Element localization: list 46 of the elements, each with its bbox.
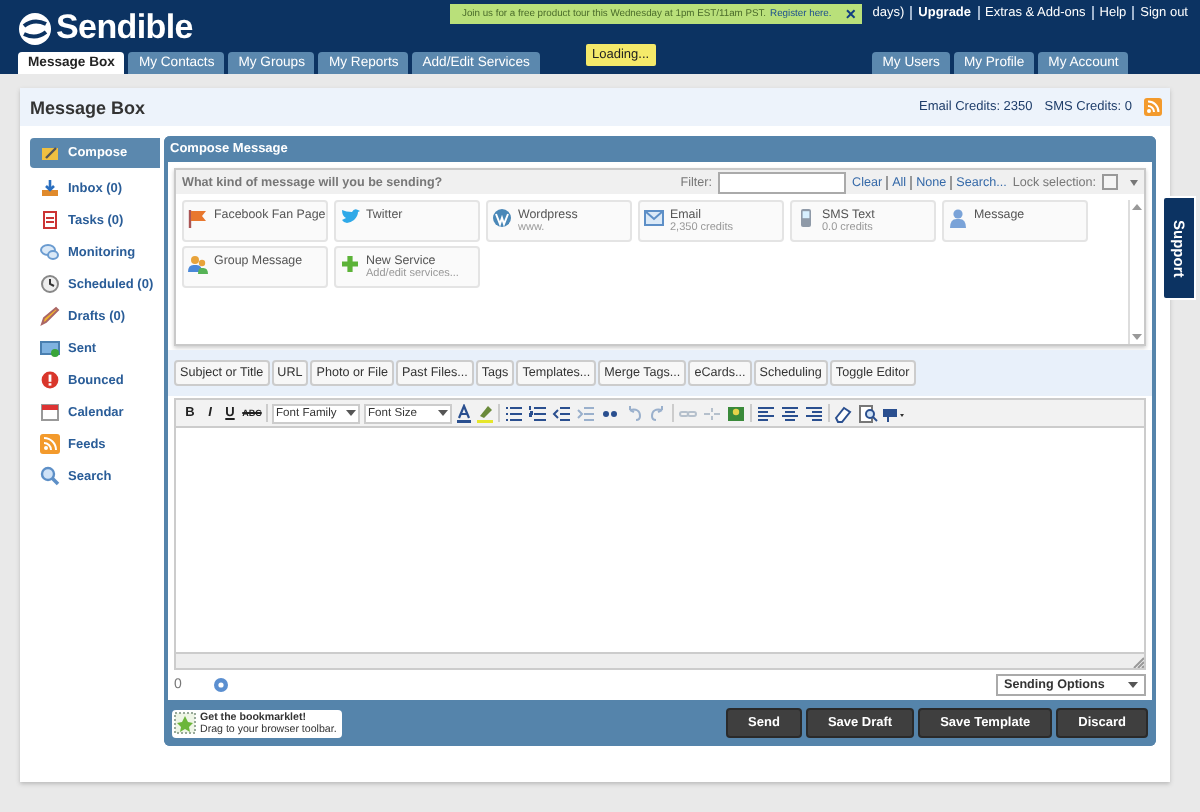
filter-field[interactable] (718, 171, 847, 193)
dropdown-arrow-icon (346, 410, 356, 416)
pencil-icon (40, 306, 60, 326)
dropdown-arrow-icon (438, 410, 448, 416)
redo-icon[interactable] (648, 403, 668, 423)
text-color-icon[interactable] (456, 403, 472, 423)
bookmarklet-icon (174, 712, 196, 734)
logo-text: Sendible (56, 10, 193, 46)
bird-icon (340, 208, 360, 228)
pencil-note-icon (40, 143, 60, 163)
plus-icon (340, 254, 360, 274)
wordpress-icon (492, 208, 512, 228)
image-icon[interactable] (726, 403, 746, 423)
resize-grip-icon (1132, 656, 1144, 668)
clock-icon (40, 274, 60, 294)
logo-icon (18, 11, 52, 45)
clipboard-icon (40, 210, 60, 230)
numbered-list-icon[interactable] (528, 403, 548, 423)
search-icon (40, 466, 60, 486)
lock-checkbox[interactable] (1102, 174, 1118, 190)
rss-icon (1144, 98, 1162, 116)
highlight-icon[interactable] (476, 403, 494, 423)
list-icon[interactable] (504, 403, 524, 423)
calendar-icon (40, 402, 60, 422)
align-center-icon[interactable] (780, 403, 800, 423)
outdent-icon[interactable] (552, 403, 572, 423)
inbox-arrow-icon (40, 178, 60, 198)
scrollbar[interactable] (1128, 200, 1144, 344)
find-icon[interactable] (858, 403, 878, 423)
speech-bubbles-icon (40, 242, 60, 262)
align-right-icon[interactable] (804, 403, 824, 423)
phone-icon (796, 208, 816, 228)
up-arrow-icon (1132, 204, 1142, 210)
page-title: Message Box (30, 97, 146, 117)
align-left-icon[interactable] (756, 403, 776, 423)
dropdown-arrow-icon (1128, 682, 1138, 688)
person-icon (948, 208, 968, 228)
down-arrow-icon (1132, 334, 1142, 340)
close-button[interactable]: × (845, 5, 862, 23)
rss-icon (40, 434, 60, 454)
warning-icon (40, 370, 60, 390)
dropdown-arrow-icon[interactable] (1130, 180, 1138, 190)
flag-icon (188, 208, 208, 228)
people-icon (188, 254, 208, 274)
eraser-icon[interactable] (834, 403, 854, 423)
help-icon[interactable] (213, 678, 228, 692)
